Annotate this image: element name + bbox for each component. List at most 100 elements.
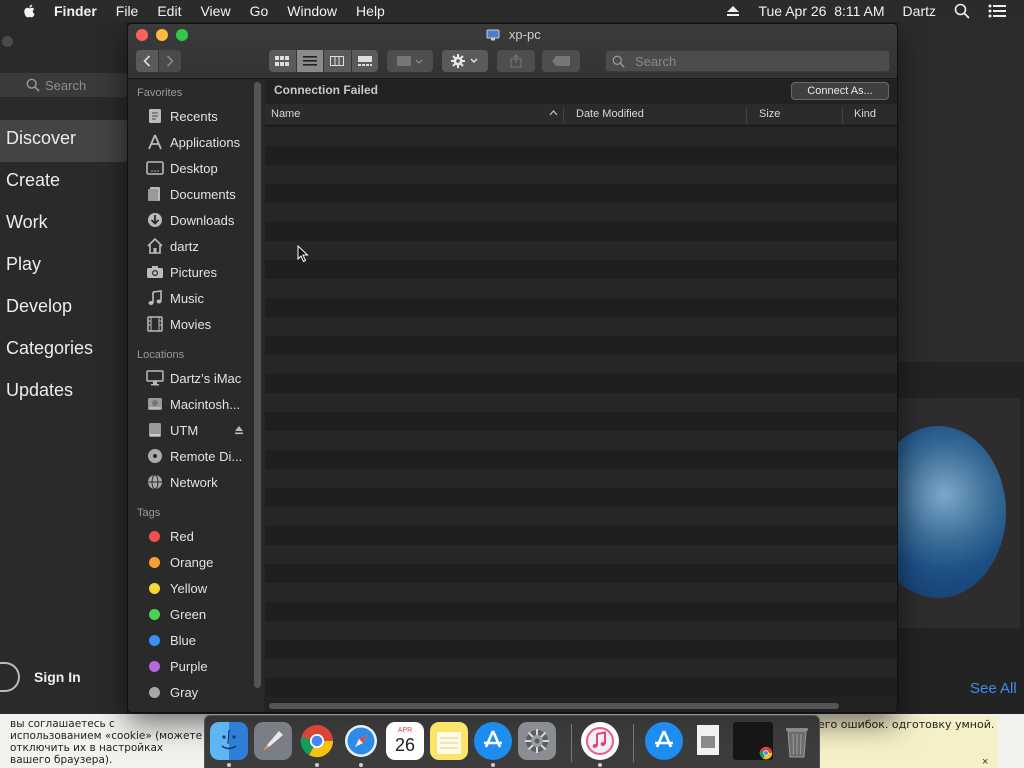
dock-launchpad-icon[interactable] xyxy=(254,722,292,760)
menu-go[interactable]: Go xyxy=(250,3,269,19)
tag-red[interactable]: Red xyxy=(128,525,264,547)
dock-preview-icon[interactable] xyxy=(689,722,727,760)
list-view-button[interactable] xyxy=(296,50,323,72)
column-view-button[interactable] xyxy=(324,50,351,72)
nav-categories[interactable]: Categories xyxy=(0,330,128,372)
menu-file[interactable]: File xyxy=(116,3,139,19)
eject-icon[interactable] xyxy=(234,423,244,438)
column-header-size[interactable]: Size xyxy=(759,108,780,120)
share-button[interactable] xyxy=(497,50,535,72)
see-all-link[interactable]: See All xyxy=(970,680,1017,697)
menu-help[interactable]: Help xyxy=(356,3,385,19)
sidebar-item-recents[interactable]: Recents xyxy=(128,105,264,127)
sidebar-item-applications[interactable]: Applications xyxy=(128,131,264,153)
group-grid-icon xyxy=(397,56,423,66)
cookie-close-icon[interactable]: × xyxy=(982,756,988,768)
list-row xyxy=(265,621,897,640)
sidebar-item-downloads[interactable]: Downloads xyxy=(128,209,264,231)
nav-discover[interactable]: Discover xyxy=(0,120,128,162)
notification-center-icon[interactable] xyxy=(988,4,1006,18)
horizontal-scrollbar[interactable] xyxy=(269,703,839,709)
sidebar-item-documents[interactable]: Documents xyxy=(128,183,264,205)
dock-trash-icon[interactable] xyxy=(778,722,816,760)
sidebar-item-desktop[interactable]: Desktop xyxy=(128,157,264,179)
nav-develop[interactable]: Develop xyxy=(0,288,128,330)
sort-ascending-icon[interactable] xyxy=(549,107,558,119)
dock-itunes-icon[interactable] xyxy=(581,722,619,760)
finder-search-field[interactable]: Search xyxy=(605,50,890,72)
sidebar-item-remote-disc[interactable]: Remote Di... xyxy=(128,445,264,467)
menu-window[interactable]: Window xyxy=(287,3,337,19)
column-separator[interactable] xyxy=(746,107,747,123)
menu-edit[interactable]: Edit xyxy=(157,3,181,19)
dock-safari-icon[interactable] xyxy=(342,722,380,760)
icon-view-button[interactable] xyxy=(269,50,296,72)
connect-as-button[interactable]: Connect As... xyxy=(791,82,889,100)
dock-system-preferences-icon[interactable] xyxy=(518,722,556,760)
search-icon xyxy=(612,55,625,68)
connection-status-text: Connection Failed xyxy=(274,83,379,97)
apple-menu-icon[interactable] xyxy=(20,3,40,19)
gallery-view-button[interactable] xyxy=(351,50,378,72)
sidebar-item-music[interactable]: Music xyxy=(128,287,264,309)
sidebar-item-imac[interactable]: Dartz’s iMac xyxy=(128,367,264,389)
tag-gray[interactable]: Gray xyxy=(128,681,264,703)
sidebar-item-home[interactable]: dartz xyxy=(128,235,264,257)
spotlight-icon[interactable] xyxy=(954,3,970,19)
sidebar-item-macintosh-hd[interactable]: Macintosh... xyxy=(128,393,264,415)
tag-orange[interactable]: Orange xyxy=(128,551,264,573)
tag-yellow[interactable]: Yellow xyxy=(128,577,264,599)
dock-chrome-icon[interactable] xyxy=(298,722,336,760)
window-control-icon[interactable] xyxy=(2,36,13,47)
tags-button[interactable] xyxy=(542,50,580,72)
list-row xyxy=(265,279,897,298)
chevron-right-icon xyxy=(166,55,174,67)
forward-button[interactable] xyxy=(159,50,181,72)
sidebar-item-label: Network xyxy=(170,474,218,490)
nav-work[interactable]: Work xyxy=(0,204,128,246)
sidebar-scrollbar[interactable] xyxy=(254,82,261,688)
tag-blue[interactable]: Blue xyxy=(128,629,264,651)
dock-app-store-2-icon[interactable] xyxy=(645,722,683,760)
column-separator[interactable] xyxy=(842,107,843,123)
finder-window: xp-pc Search Favorites Recents Applicati… xyxy=(127,23,898,713)
column-header-kind[interactable]: Kind xyxy=(854,108,876,120)
menu-view[interactable]: View xyxy=(200,3,230,19)
sign-in-button[interactable]: Sign In xyxy=(0,662,81,692)
applications-icon xyxy=(146,134,164,150)
remote-disc-icon xyxy=(146,448,164,464)
menu-user[interactable]: Dartz xyxy=(903,3,936,19)
tag-green[interactable]: Green xyxy=(128,603,264,625)
column-separator[interactable] xyxy=(563,107,564,123)
desktop-icon xyxy=(146,160,164,176)
list-row xyxy=(265,678,897,697)
group-by-button[interactable] xyxy=(387,50,433,72)
featured-panel xyxy=(898,22,1024,362)
nav-updates[interactable]: Updates xyxy=(0,372,128,414)
app-store-search[interactable]: Search xyxy=(0,73,128,97)
back-button[interactable] xyxy=(136,50,158,72)
nav-play[interactable]: Play xyxy=(0,246,128,288)
tag-label: Orange xyxy=(170,554,214,570)
sidebar-item-movies[interactable]: Movies xyxy=(128,313,264,335)
column-header-name[interactable]: Name xyxy=(271,108,300,120)
sidebar-item-network[interactable]: Network xyxy=(128,471,264,493)
tag-color-dot xyxy=(149,530,160,542)
tag-label: Green xyxy=(170,606,207,622)
menu-app-name[interactable]: Finder xyxy=(54,3,97,19)
menu-clock[interactable]: Tue Apr 26 8:11 AM xyxy=(758,3,884,19)
column-header-date-modified[interactable]: Date Modified xyxy=(576,108,644,120)
list-row xyxy=(265,355,897,374)
nav-create[interactable]: Create xyxy=(0,162,128,204)
sidebar-item-pictures[interactable]: Pictures xyxy=(128,261,264,283)
dock-notes-icon[interactable] xyxy=(430,722,468,760)
dock-app-store-icon[interactable] xyxy=(474,722,512,760)
eject-menu-icon[interactable] xyxy=(726,5,740,17)
dock-chrome-window-icon[interactable] xyxy=(733,722,773,760)
tag-purple[interactable]: Purple xyxy=(128,655,264,677)
dock-calendar-icon[interactable]: APR 26 xyxy=(386,722,424,760)
sidebar-item-utm[interactable]: UTM xyxy=(128,419,264,441)
action-menu-button[interactable] xyxy=(442,50,488,72)
chevron-left-icon xyxy=(143,55,151,67)
dock-finder-icon[interactable] xyxy=(210,722,248,760)
